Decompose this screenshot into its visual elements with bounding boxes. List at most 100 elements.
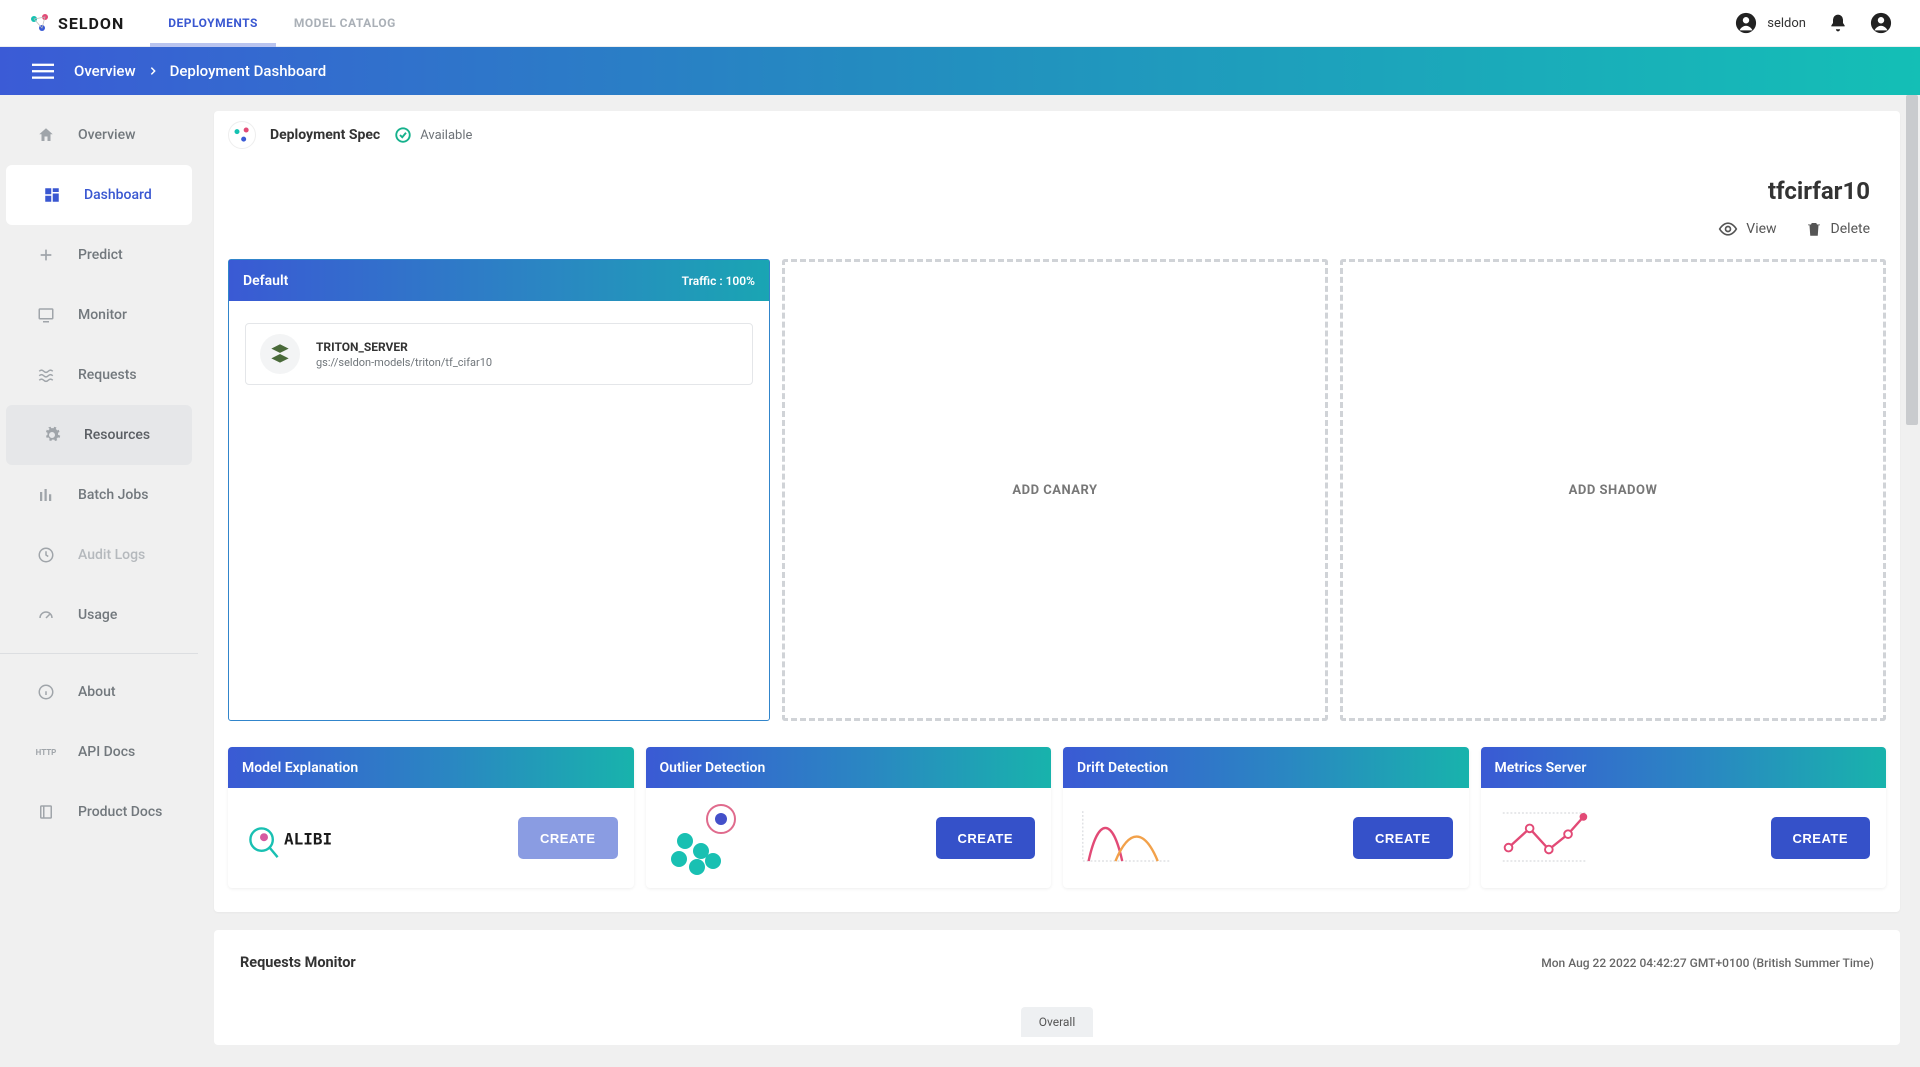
model-path: gs://seldon-models/triton/tf_cifar10: [316, 356, 492, 369]
delete-button[interactable]: Delete: [1805, 219, 1870, 239]
metrics-icon: [1497, 806, 1593, 870]
monitor-date: Mon Aug 22 2022 04:42:27 GMT+0100 (Briti…: [1541, 956, 1874, 970]
spec-title: Deployment Spec: [270, 127, 380, 143]
clock-icon: [36, 546, 56, 564]
sidebar-item-resources[interactable]: Resources: [6, 405, 192, 465]
waves-icon: [36, 366, 56, 384]
create-drift-detection-button[interactable]: CREATE: [1353, 817, 1452, 859]
model-thumb-icon: [260, 334, 300, 374]
sidebar-item-requests[interactable]: Requests: [0, 345, 198, 405]
predictor-title: Default: [243, 273, 288, 289]
model-name: TRITON_SERVER: [316, 340, 492, 354]
notifications-icon[interactable]: [1828, 13, 1848, 33]
svg-text:ALIBI: ALIBI: [284, 829, 332, 848]
sidebar-item-about[interactable]: About: [0, 662, 198, 722]
feature-metrics-server: Metrics Server: [1481, 747, 1887, 888]
sidebar-item-label: Usage: [78, 607, 117, 623]
outlier-icon: [662, 806, 758, 870]
drift-icon: [1079, 806, 1175, 870]
alibi-icon: ALIBI: [244, 806, 340, 870]
sidebar-item-label: Batch Jobs: [78, 487, 148, 503]
sidebar-item-monitor[interactable]: Monitor: [0, 285, 198, 345]
trash-icon: [1805, 220, 1823, 238]
create-metrics-server-button[interactable]: CREATE: [1771, 817, 1870, 859]
main-content: Deployment Spec Available tfcirfar10 Vie…: [198, 95, 1920, 1067]
view-label: View: [1746, 221, 1776, 237]
breadcrumb-dashboard[interactable]: Deployment Dashboard: [170, 62, 327, 80]
sidebar-item-label: API Docs: [78, 744, 135, 760]
brand-text: SELDON: [58, 14, 124, 33]
monitor-tab-overall[interactable]: Overall: [1021, 1007, 1094, 1037]
sidebar-item-predict[interactable]: Predict: [0, 225, 198, 285]
add-canary-card[interactable]: ADD CANARY: [782, 259, 1328, 721]
eye-icon: [1718, 219, 1738, 239]
spec-status-text: Available: [420, 128, 472, 143]
create-model-explanation-button[interactable]: CREATE: [518, 817, 617, 859]
sidebar-item-label: Product Docs: [78, 804, 162, 820]
sidebar-item-audit-logs[interactable]: Audit Logs: [0, 525, 198, 585]
sidebar-item-label: Dashboard: [84, 187, 152, 203]
breadcrumb-overview[interactable]: Overview: [74, 62, 136, 80]
sidebar-item-label: Overview: [78, 127, 135, 143]
gear-icon: [42, 426, 62, 444]
user-icon: [1735, 12, 1757, 34]
spec-status: Available: [394, 126, 472, 144]
sidebar-item-label: Audit Logs: [78, 547, 145, 563]
sidebar-item-product-docs[interactable]: Product Docs: [0, 782, 198, 842]
top-right: seldon: [1735, 12, 1892, 34]
sidebar-divider: [0, 653, 198, 654]
deployment-spec-card: Deployment Spec Available tfcirfar10 Vie…: [214, 111, 1900, 912]
view-button[interactable]: View: [1718, 219, 1776, 239]
sidebar-item-overview[interactable]: Overview: [0, 105, 198, 165]
requests-monitor-card: Requests Monitor Mon Aug 22 2022 04:42:2…: [214, 930, 1900, 1045]
deployment-actions: View Delete: [214, 205, 1900, 259]
sidebar-item-label: Monitor: [78, 307, 127, 323]
feature-title: Metrics Server: [1481, 747, 1887, 788]
book-icon: [36, 803, 56, 821]
user-menu[interactable]: seldon: [1735, 12, 1806, 34]
account-icon[interactable]: [1870, 12, 1892, 34]
sidebar-item-api-docs[interactable]: HTTP API Docs: [0, 722, 198, 782]
deployment-name: tfcirfar10: [214, 159, 1900, 205]
add-shadow-label: ADD SHADOW: [1569, 483, 1658, 498]
feature-model-explanation: Model Explanation ALIBI CREATE: [228, 747, 634, 888]
gauge-icon: [36, 606, 56, 624]
top-nav: SELDON DEPLOYMENTS MODEL CATALOG seldon: [0, 0, 1920, 47]
sidebar-item-dashboard[interactable]: Dashboard: [6, 165, 192, 225]
scrollbar[interactable]: [1904, 95, 1920, 1067]
predictor-header: Default Traffic : 100%: [229, 260, 769, 301]
feature-title: Outlier Detection: [646, 747, 1052, 788]
brand-logo[interactable]: SELDON: [28, 11, 124, 35]
feature-drift-detection: Drift Detection CREATE: [1063, 747, 1469, 888]
feature-title: Model Explanation: [228, 747, 634, 788]
scrollbar-thumb[interactable]: [1906, 95, 1918, 425]
sidebar-item-usage[interactable]: Usage: [0, 585, 198, 645]
sidebar-item-label: About: [78, 684, 116, 700]
bars-icon: [36, 486, 56, 504]
monitor-icon: [36, 306, 56, 324]
feature-row: Model Explanation ALIBI CREATE Outlier D…: [214, 747, 1900, 912]
feature-title: Drift Detection: [1063, 747, 1469, 788]
info-icon: [36, 683, 56, 701]
feature-outlier-detection: Outlier Detection CREATE: [646, 747, 1052, 888]
plus-icon: [36, 247, 56, 263]
home-icon: [36, 126, 56, 144]
add-canary-label: ADD CANARY: [1012, 483, 1097, 498]
http-icon: HTTP: [36, 748, 56, 757]
tab-deployments[interactable]: DEPLOYMENTS: [150, 0, 276, 47]
add-shadow-card[interactable]: ADD SHADOW: [1340, 259, 1886, 721]
sidebar-item-label: Predict: [78, 247, 123, 263]
top-tabs: DEPLOYMENTS MODEL CATALOG: [150, 0, 414, 47]
dashboard-icon: [42, 186, 62, 204]
tab-model-catalog[interactable]: MODEL CATALOG: [276, 0, 414, 47]
chevron-right-icon: [148, 66, 158, 76]
sidebar: Overview Dashboard Predict Monitor Reque…: [0, 95, 198, 1067]
predictor-row: Default Traffic : 100% TRITON_SERVER gs:…: [214, 259, 1900, 747]
predictor-default-card[interactable]: Default Traffic : 100% TRITON_SERVER gs:…: [228, 259, 770, 721]
model-chip[interactable]: TRITON_SERVER gs://seldon-models/triton/…: [245, 323, 753, 385]
sidebar-item-batch-jobs[interactable]: Batch Jobs: [0, 465, 198, 525]
user-name: seldon: [1767, 16, 1806, 31]
menu-icon[interactable]: [32, 60, 54, 82]
breadcrumb-bar: Overview Deployment Dashboard: [0, 47, 1920, 95]
create-outlier-detection-button[interactable]: CREATE: [936, 817, 1035, 859]
